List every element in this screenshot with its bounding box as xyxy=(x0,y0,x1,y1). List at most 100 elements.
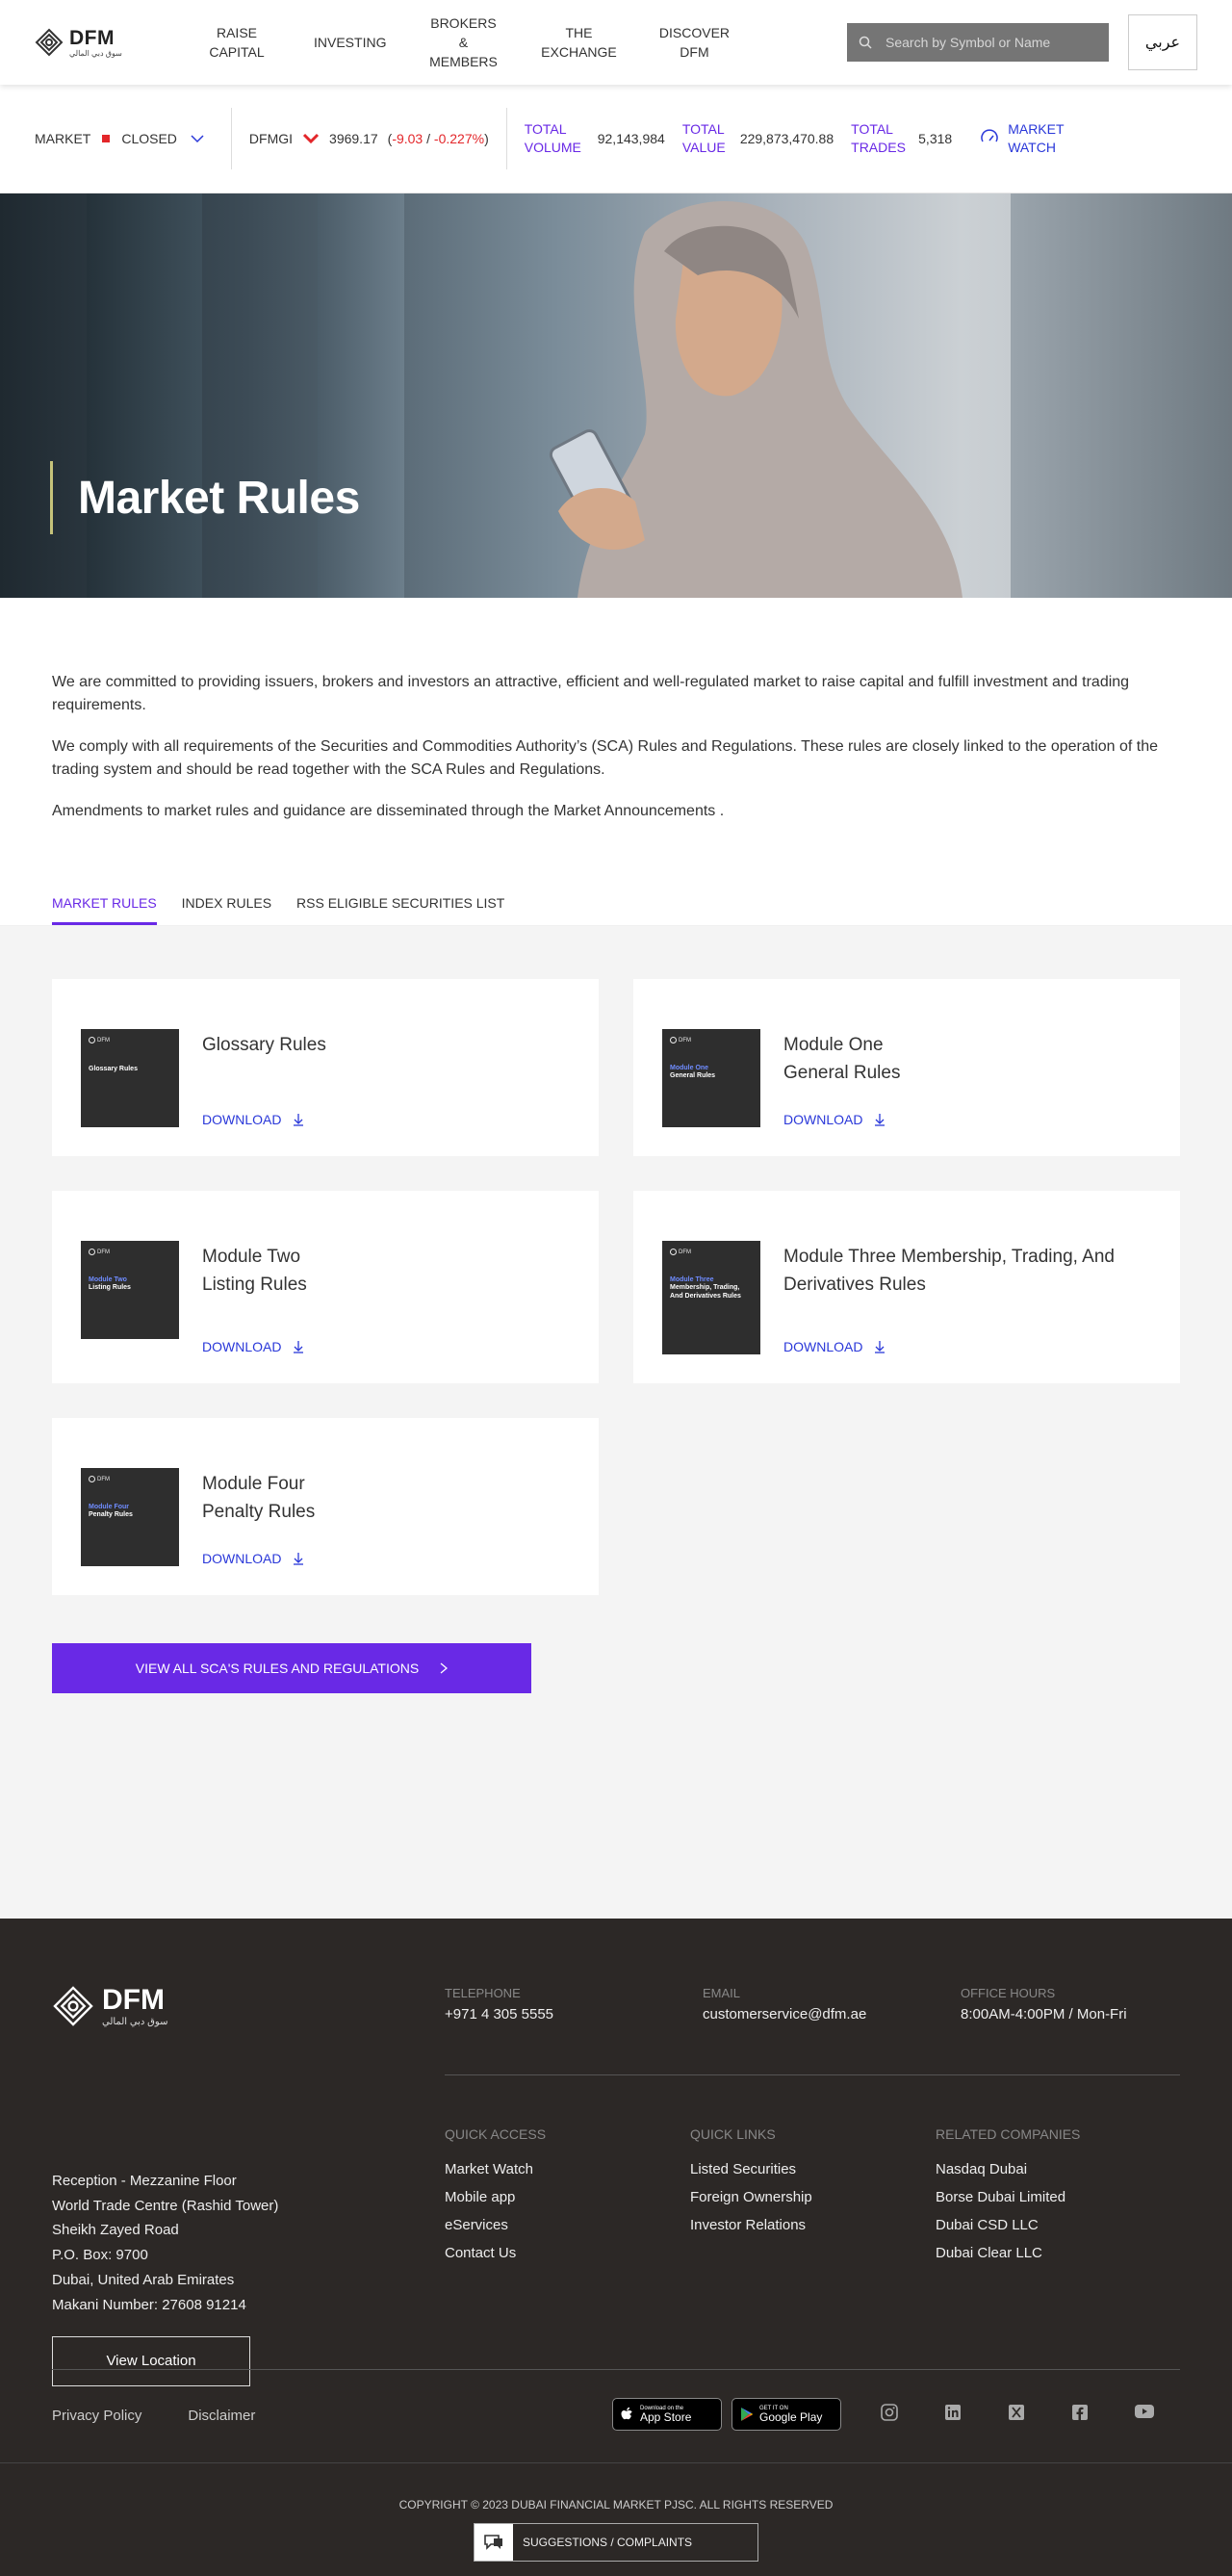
thumb-logo-icon: DFM xyxy=(670,1249,753,1255)
address-line: Reception - Mezzanine Floor xyxy=(52,2173,237,2189)
tab-rss-eligible-securities[interactable]: RSS ELIGIBLE SECURITIES LIST xyxy=(296,895,504,925)
download-link[interactable]: DOWNLOAD xyxy=(202,1551,570,1566)
rule-thumbnail[interactable]: DFM Module One General Rules xyxy=(662,1029,760,1127)
nav-the-exchange[interactable]: THE EXCHANGE xyxy=(521,0,636,85)
linkedin-icon[interactable] xyxy=(943,2403,962,2427)
thumb-module: Module Two xyxy=(89,1276,127,1283)
card-title: Module Three Membership, Trading, And De… xyxy=(783,1247,1115,1295)
google-play-big: Google Play xyxy=(759,2410,823,2424)
download-link[interactable]: DOWNLOAD xyxy=(202,1339,570,1354)
view-location-button[interactable]: View Location xyxy=(52,2336,250,2387)
total-value: TOTAL VALUE 229,873,470.88 xyxy=(682,120,834,157)
rule-thumbnail[interactable]: DFM Module Four Penalty Rules xyxy=(81,1468,179,1566)
thumb-name: Penalty Rules xyxy=(89,1511,133,1518)
download-icon xyxy=(294,1341,304,1353)
instagram-icon[interactable] xyxy=(880,2403,899,2427)
nav-brokers-members[interactable]: BROKERS & MEMBERS xyxy=(405,0,521,85)
rule-thumbnail[interactable]: DFM Glossary Rules xyxy=(81,1029,179,1127)
download-icon xyxy=(294,1553,304,1565)
footer-link[interactable]: Nasdaq Dubai xyxy=(936,2161,1181,2177)
email-value[interactable]: customerservice@dfm.ae xyxy=(703,2006,961,2022)
footer-link[interactable]: Borse Dubai Limited xyxy=(936,2189,1181,2205)
footer-link[interactable]: Listed Securities xyxy=(690,2161,936,2177)
search-input[interactable] xyxy=(886,35,1097,50)
telephone-block: TELEPHONE +971 4 305 5555 xyxy=(445,1986,703,2022)
hero-banner: Market Rules xyxy=(0,193,1232,598)
hours-block: OFFICE HOURS 8:00AM-4:00PM / Mon-Fri xyxy=(961,1986,1219,2022)
footer-link[interactable]: Market Watch xyxy=(445,2161,690,2177)
youtube-icon[interactable] xyxy=(1134,2403,1155,2427)
hero-person-image xyxy=(549,200,962,598)
card-title: Module One General Rules xyxy=(783,1035,901,1083)
market-status[interactable]: MARKET CLOSED xyxy=(35,108,232,169)
total-value-label: TOTAL VALUE xyxy=(681,121,726,155)
tab-market-rules[interactable]: MARKET RULES xyxy=(52,895,157,925)
card-body: Module Three Membership, Trading, And De… xyxy=(783,1241,1151,1354)
footer-logo-subtext: سوق دبي المالي xyxy=(102,2017,168,2027)
footer-address: Reception - Mezzanine Floor World Trade … xyxy=(52,2169,279,2387)
footer-logo[interactable]: DFM سوق دبي المالي xyxy=(52,1984,167,2027)
google-play-button[interactable]: GET IT ON Google Play xyxy=(732,2398,841,2431)
market-watch-link[interactable]: MARKET WATCH xyxy=(979,120,1069,157)
intro-text: We are committed to providing issuers, b… xyxy=(0,598,1232,823)
total-trades: TOTAL TRADES 5,318 xyxy=(851,120,952,157)
hours-value: 8:00AM-4:00PM / Mon-Fri xyxy=(961,2006,1127,2022)
intro-paragraph: We comply with all requirements of the S… xyxy=(52,738,1159,778)
facebook-icon[interactable] xyxy=(1070,2403,1090,2427)
site-footer: DFM سوق دبي المالي TELEPHONE +971 4 305 … xyxy=(0,1919,1232,2576)
total-trades-label: TOTAL TRADES xyxy=(851,121,906,155)
dfm-logo-icon xyxy=(35,28,64,57)
down-arrow-icon xyxy=(302,133,320,144)
download-link[interactable]: DOWNLOAD xyxy=(783,1112,1151,1127)
x-twitter-icon[interactable] xyxy=(1007,2403,1026,2427)
search-box[interactable] xyxy=(847,23,1109,62)
tab-index-rules[interactable]: INDEX RULES xyxy=(182,895,271,925)
footer-link[interactable]: eServices xyxy=(445,2217,690,2233)
footer-link[interactable]: Foreign Ownership xyxy=(690,2189,936,2205)
hero-background-shape xyxy=(87,193,202,598)
suggestions-complaints-button[interactable]: SUGGESTIONS / COMPLAINTS xyxy=(474,2523,758,2562)
nav-raise-capital[interactable]: RAISE CAPITAL xyxy=(179,0,295,85)
address-line: Makani Number: 27608 91214 xyxy=(52,2296,246,2313)
footer-link[interactable]: Investor Relations xyxy=(690,2217,936,2233)
language-toggle[interactable]: عربي xyxy=(1128,14,1197,70)
rules-grid: DFM Glossary Rules Glossary Rules DOWNLO… xyxy=(52,979,1180,1595)
view-all-sca-rules-button[interactable]: VIEW ALL SCA'S RULES AND REGULATIONS xyxy=(52,1643,531,1693)
footer-link[interactable]: Dubai CSD LLC xyxy=(936,2217,1181,2233)
site-header: DFM سوق دبي المالي RAISE CAPITAL INVESTI… xyxy=(0,0,1232,85)
main-nav: RAISE CAPITAL INVESTING BROKERS & MEMBER… xyxy=(179,0,847,85)
app-store-button[interactable]: Download on the App Store xyxy=(612,2398,722,2431)
address-line: World Trade Centre (Rashid Tower) xyxy=(52,2197,279,2214)
card-body: Module Two Listing Rules DOWNLOAD xyxy=(202,1241,570,1354)
privacy-policy-link[interactable]: Privacy Policy xyxy=(52,2408,141,2424)
telephone-value[interactable]: +971 4 305 5555 xyxy=(445,2006,703,2022)
nav-investing[interactable]: INVESTING xyxy=(295,0,405,85)
card-body: Glossary Rules DOWNLOAD xyxy=(202,1029,570,1127)
nav-discover-dfm[interactable]: DISCOVER DFM xyxy=(636,0,752,85)
rule-thumbnail[interactable]: DFM Module Three Membership, Trading, An… xyxy=(662,1241,760,1354)
dfm-logo-icon xyxy=(53,1985,93,2026)
quick-access-column: QUICK ACCESS Market Watch Mobile app eSe… xyxy=(445,2126,690,2273)
download-icon xyxy=(875,1114,886,1126)
index-name: DFMGI xyxy=(248,131,294,146)
footer-link[interactable]: Dubai Clear LLC xyxy=(936,2245,1181,2261)
footer-link[interactable]: Contact Us xyxy=(445,2245,690,2261)
dfm-logo[interactable]: DFM سوق دبي المالي xyxy=(35,28,150,58)
footer-link[interactable]: Mobile app xyxy=(445,2189,690,2205)
thumb-name: General Rules xyxy=(670,1072,716,1079)
legal-links: Privacy Policy Disclaimer xyxy=(52,2408,255,2424)
rule-card: DFM Module Four Penalty Rules Module Fou… xyxy=(52,1418,599,1595)
download-label: DOWNLOAD xyxy=(202,1551,282,1566)
market-status-text: CLOSED xyxy=(121,131,177,146)
index-summary: DFMGI 3969.17 (-9.03 / -0.227%) xyxy=(232,108,507,169)
hero-background-shape xyxy=(1011,193,1232,598)
suggestions-label: SUGGESTIONS / COMPLAINTS xyxy=(523,2536,693,2549)
disclaimer-link[interactable]: Disclaimer xyxy=(188,2408,255,2424)
google-play-icon xyxy=(741,2408,753,2421)
rule-card: DFM Module Two Listing Rules Module Two … xyxy=(52,1191,599,1383)
download-link[interactable]: DOWNLOAD xyxy=(202,1112,570,1127)
download-link[interactable]: DOWNLOAD xyxy=(783,1339,1151,1354)
card-title: Module Four Penalty Rules xyxy=(202,1474,316,1522)
rule-thumbnail[interactable]: DFM Module Two Listing Rules xyxy=(81,1241,179,1339)
market-watch-label: MARKET WATCH xyxy=(1008,121,1065,155)
